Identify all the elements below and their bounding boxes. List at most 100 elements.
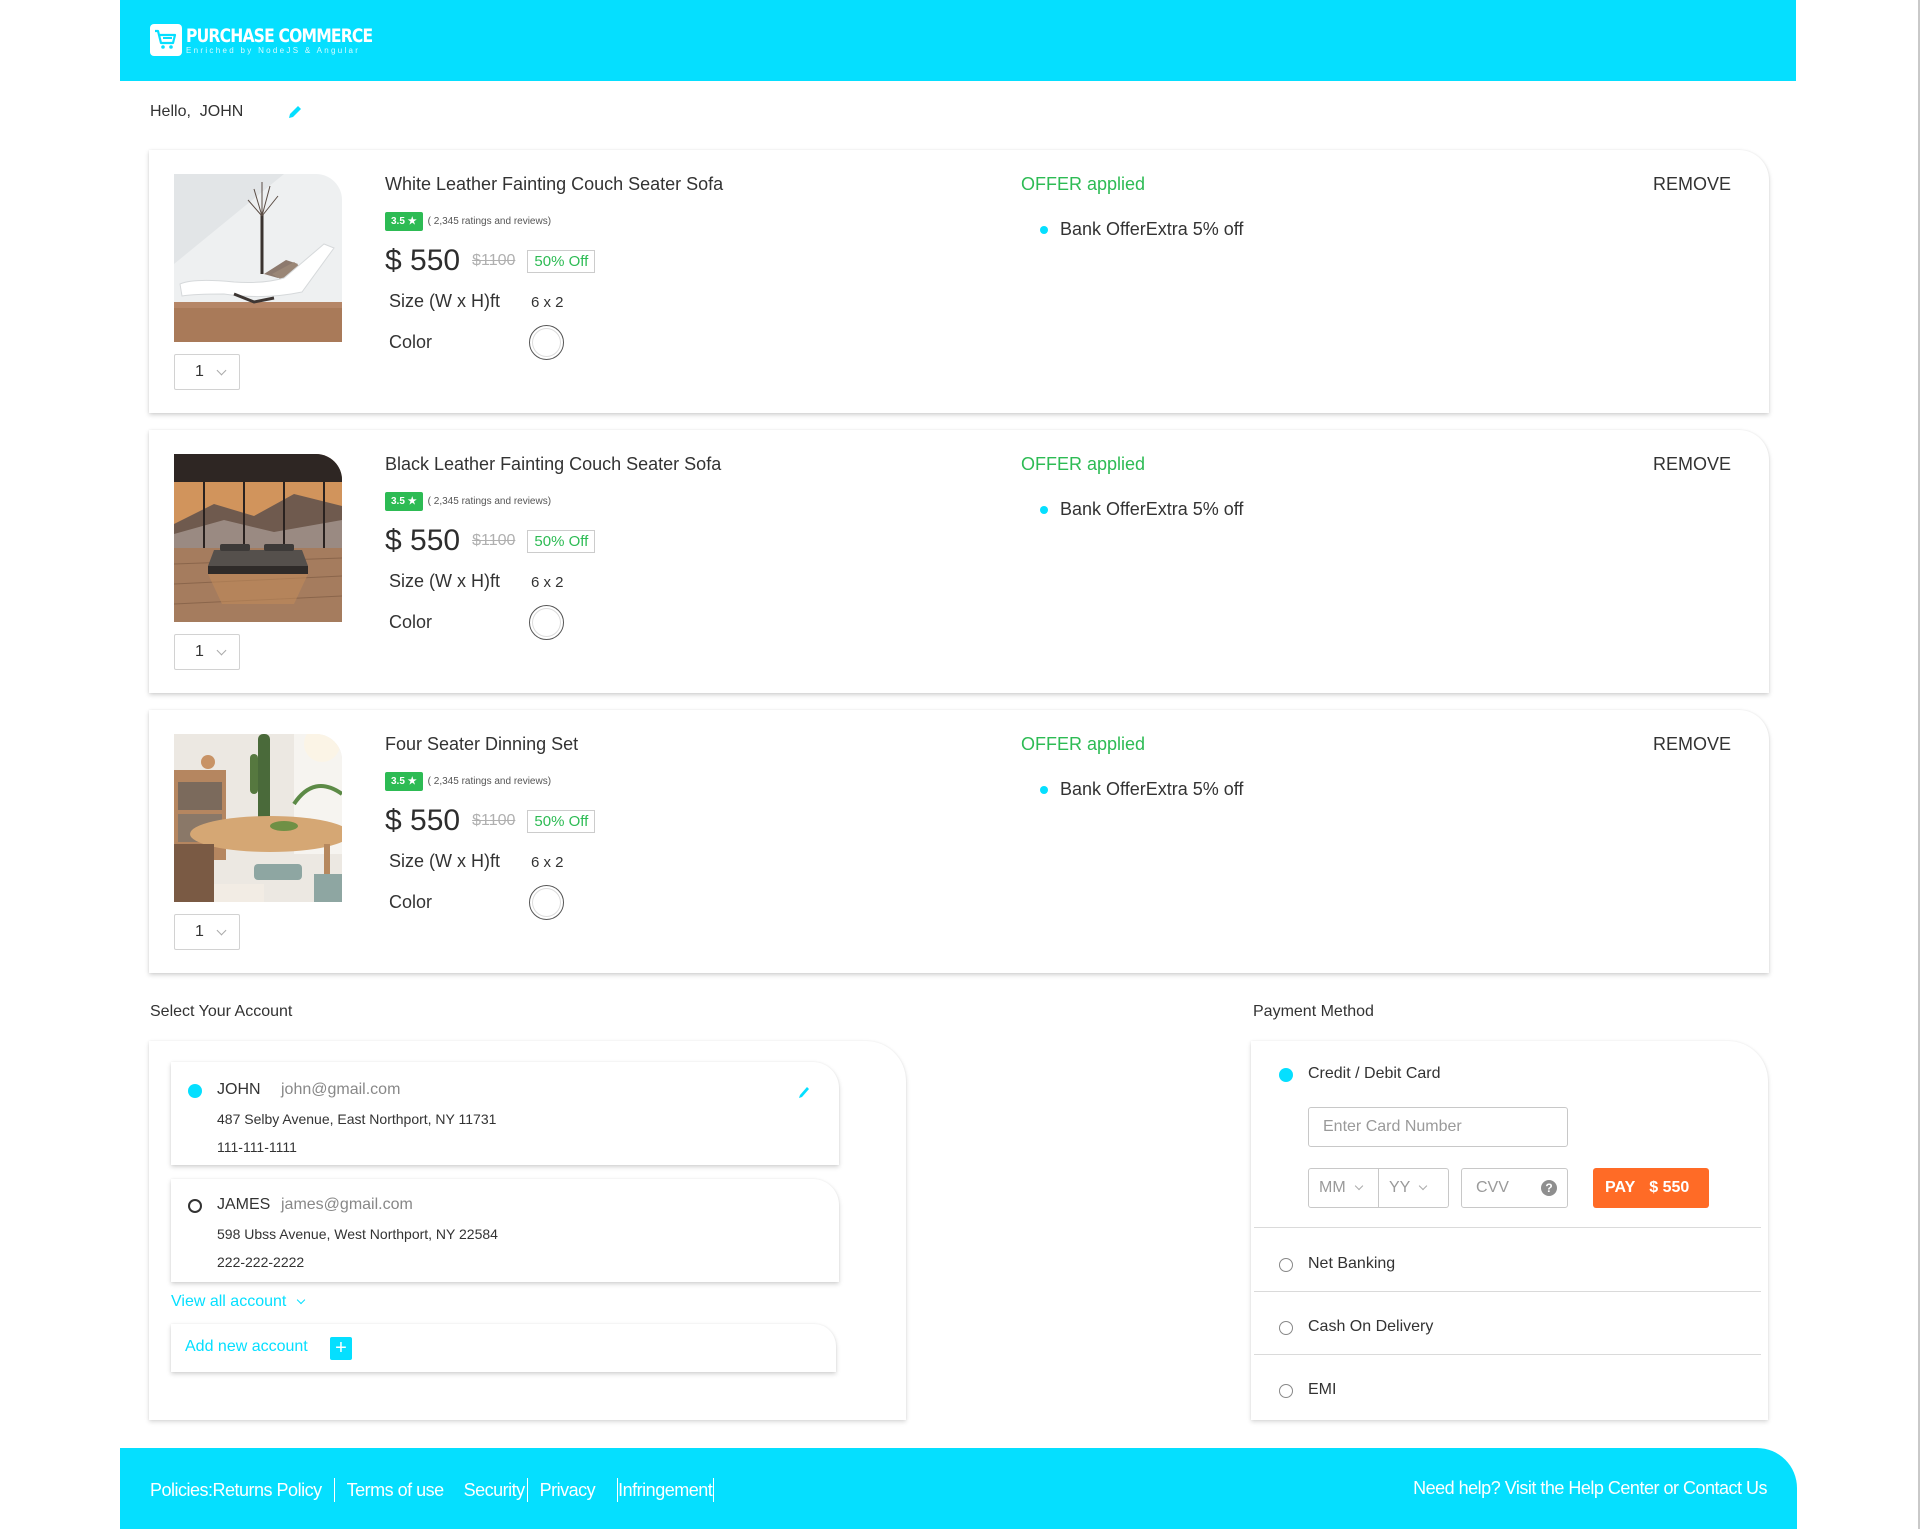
- account-name: JOHN: [217, 1081, 261, 1098]
- payment-option-emi[interactable]: EMI: [1308, 1381, 1336, 1399]
- bullet-icon: [1040, 225, 1048, 234]
- offer-title: OFFER applied: [1021, 734, 1146, 754]
- add-new-account-button[interactable]: Add new account +: [171, 1324, 836, 1372]
- payment-radio-netbanking[interactable]: [1279, 1258, 1293, 1272]
- size-value: 6 x 2: [531, 854, 564, 871]
- add-account-label: Add new account: [185, 1338, 308, 1355]
- rating-badge: 3.5 ★: [385, 492, 423, 511]
- payment-radio-card[interactable]: [1279, 1068, 1293, 1082]
- offer-text: Bank OfferExtra 5% off: [1060, 219, 1244, 239]
- divider: [1254, 1354, 1761, 1355]
- expiry-group: MM YY: [1308, 1168, 1449, 1208]
- cvv-field: ?: [1461, 1168, 1568, 1208]
- help-icon[interactable]: ?: [1541, 1180, 1557, 1196]
- current-price: $ 550: [385, 244, 461, 277]
- help-center-link[interactable]: Need help? Visit the Help Center or Cont…: [1413, 1478, 1767, 1499]
- divider: [1254, 1291, 1761, 1292]
- footer-link-returns-policy[interactable]: Policies:Returns Policy: [150, 1480, 322, 1501]
- pay-label: PAY: [1605, 1179, 1636, 1196]
- separator: [713, 1478, 715, 1502]
- expiry-month-select[interactable]: MM: [1309, 1169, 1378, 1207]
- quantity-select[interactable]: 1: [174, 354, 240, 390]
- cart-item: 1 Black Leather Fainting Couch Seater So…: [149, 430, 1769, 693]
- account-radio-unselected[interactable]: [188, 1199, 202, 1213]
- rating-value: 3.5: [391, 216, 405, 227]
- original-price: $1100: [472, 812, 516, 829]
- account-phone: 111-111-1111: [217, 1139, 297, 1155]
- offer-item: Bank OfferExtra 5% off: [1040, 779, 1243, 800]
- payment-radio-cod[interactable]: [1279, 1321, 1293, 1335]
- brand-logo[interactable]: PURCHASE COMMERCE Enriched by NodeJS & A…: [150, 24, 413, 56]
- pencil-icon: [289, 106, 301, 118]
- offer-title: OFFER applied: [1021, 454, 1146, 474]
- rating-value: 3.5: [391, 776, 405, 787]
- remove-button[interactable]: REMOVE: [1653, 734, 1731, 755]
- account-email: james@gmail.com: [281, 1196, 413, 1213]
- bullet-icon: [1040, 785, 1048, 794]
- price-row: $ 550 $1100 50% Off: [385, 524, 596, 558]
- product-name[interactable]: Black Leather Fainting Couch Seater Sofa: [385, 454, 721, 475]
- size-value: 6 x 2: [531, 574, 564, 591]
- payment-panel: Credit / Debit Card MM YY ? PAY $ 550 Ne…: [1251, 1041, 1768, 1420]
- account-radio-selected[interactable]: [188, 1084, 202, 1098]
- year-placeholder: YY: [1389, 1179, 1411, 1196]
- product-image[interactable]: [174, 734, 342, 902]
- brand-title: PURCHASE COMMERCE: [186, 24, 373, 47]
- account-address: 598 Ubss Avenue, West Northport, NY 2258…: [217, 1226, 498, 1242]
- brand-subtitle: Enriched by NodeJS & Angular: [186, 45, 361, 55]
- rating-count: ( 2,345 ratings and reviews): [427, 776, 552, 787]
- product-image[interactable]: [174, 174, 342, 342]
- color-swatch[interactable]: [529, 605, 564, 640]
- star-icon: ★: [407, 776, 417, 787]
- color-label: Color: [389, 332, 433, 352]
- product-name[interactable]: White Leather Fainting Couch Seater Sofa: [385, 174, 723, 195]
- cvv-input[interactable]: [1462, 1169, 1542, 1207]
- discount-badge: 50% Off: [527, 249, 596, 273]
- dining-set-photo: [174, 734, 342, 902]
- product-name[interactable]: Four Seater Dinning Set: [385, 734, 578, 755]
- chevron-down-icon: [1354, 1181, 1363, 1191]
- product-rating: 3.5 ★ ( 2,345 ratings and reviews): [385, 772, 551, 791]
- payment-option-cod[interactable]: Cash On Delivery: [1308, 1318, 1433, 1336]
- discount-badge: 50% Off: [527, 809, 596, 833]
- greeting: Hello, JOHN: [150, 103, 243, 121]
- greeting-prefix: Hello,: [150, 103, 191, 120]
- color-swatch[interactable]: [529, 325, 564, 360]
- price-row: $ 550 $1100 50% Off: [385, 804, 596, 838]
- footer-link-infringement[interactable]: Infringement: [618, 1480, 713, 1501]
- view-all-accounts-link[interactable]: View all account: [171, 1293, 306, 1311]
- footer-link-privacy[interactable]: Privacy: [540, 1480, 596, 1501]
- remove-button[interactable]: REMOVE: [1653, 174, 1731, 195]
- footer-link-security[interactable]: Security: [464, 1480, 526, 1501]
- footer-link-terms[interactable]: Terms of use: [347, 1480, 445, 1501]
- color-label: Color: [389, 612, 433, 632]
- account-name: JAMES: [217, 1196, 271, 1213]
- product-image[interactable]: [174, 454, 342, 622]
- original-price: $1100: [472, 532, 516, 549]
- divider: [1254, 1227, 1761, 1228]
- account-email: john@gmail.com: [281, 1081, 401, 1098]
- edit-name-button[interactable]: [287, 104, 303, 120]
- rating-count: ( 2,345 ratings and reviews): [427, 496, 552, 507]
- rating-value: 3.5: [391, 496, 405, 507]
- payment-option-card[interactable]: Credit / Debit Card: [1308, 1065, 1441, 1083]
- expiry-year-select[interactable]: YY: [1378, 1169, 1448, 1207]
- black-bed-photo: [174, 454, 342, 622]
- edit-account-button[interactable]: [796, 1084, 812, 1100]
- quantity-select[interactable]: 1: [174, 914, 240, 950]
- product-rating: 3.5 ★ ( 2,345 ratings and reviews): [385, 492, 551, 511]
- pay-button[interactable]: PAY $ 550: [1593, 1168, 1709, 1208]
- account-card[interactable]: JOHN john@gmail.com 487 Selby Avenue, Ea…: [171, 1062, 839, 1165]
- chevron-down-icon: [216, 925, 227, 935]
- payment-radio-emi[interactable]: [1279, 1384, 1293, 1398]
- color-swatch[interactable]: [529, 885, 564, 920]
- payment-option-netbanking[interactable]: Net Banking: [1308, 1255, 1395, 1273]
- pay-amount: $ 550: [1649, 1179, 1690, 1196]
- account-card[interactable]: JAMES james@gmail.com 598 Ubss Avenue, W…: [171, 1179, 839, 1282]
- rating-badge: 3.5 ★: [385, 212, 423, 231]
- remove-button[interactable]: REMOVE: [1653, 454, 1731, 475]
- cart-icon: [150, 24, 182, 56]
- quantity-select[interactable]: 1: [174, 634, 240, 670]
- size-label: Size (W x H)ft: [389, 851, 500, 871]
- card-number-input[interactable]: [1308, 1107, 1568, 1147]
